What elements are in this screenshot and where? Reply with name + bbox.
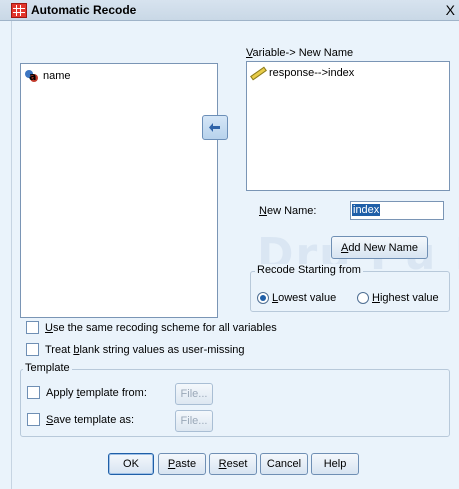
move-variable-button[interactable] <box>202 115 228 140</box>
help-button[interactable]: Help <box>311 453 359 475</box>
string-variable-icon: a <box>24 69 40 83</box>
add-new-name-button[interactable]: Add New Name <box>331 236 428 259</box>
app-grid-icon <box>11 3 27 18</box>
save-template-file-button[interactable]: File... <box>175 410 213 432</box>
recode-starting-group: Recode Starting from Lowest value Highes… <box>250 264 450 312</box>
apply-template-file-button[interactable]: File... <box>175 383 213 405</box>
cancel-button[interactable]: Cancel <box>260 453 308 475</box>
checkbox-icon <box>27 413 40 426</box>
automatic-recode-dialog: Dru Pu Boo a name Variable-> New Name re… <box>11 21 459 489</box>
paste-button[interactable]: Paste <box>158 453 206 475</box>
treat-blank-strings-checkbox[interactable]: Treat blank string values as user-missin… <box>26 343 245 356</box>
variable-new-name-list[interactable]: response-->index <box>246 61 450 191</box>
new-name-input[interactable]: index <box>350 201 444 220</box>
recode-starting-legend: Recode Starting from <box>255 264 363 276</box>
list-item[interactable]: response-->index <box>250 65 354 81</box>
variable-new-name-label: Variable-> New Name <box>246 47 354 59</box>
list-item[interactable]: a name <box>24 68 71 84</box>
checkbox-icon <box>26 343 39 356</box>
title-bar: Automatic Recode X <box>0 0 459 21</box>
source-variable-list[interactable]: a name <box>20 63 218 318</box>
new-name-label: New Name: <box>259 205 317 217</box>
new-name-value: index <box>352 204 381 216</box>
radio-selected-icon <box>257 292 269 304</box>
template-group: Template Apply template from: File... Sa… <box>20 362 450 437</box>
radio-unselected-icon <box>357 292 369 304</box>
checkbox-icon <box>26 321 39 334</box>
variable-mapping: response-->index <box>269 67 355 79</box>
close-button[interactable]: X <box>446 2 455 18</box>
ok-button[interactable]: OK <box>108 453 154 475</box>
variable-name: name <box>43 70 71 82</box>
highest-value-radio[interactable]: Highest value <box>357 292 439 304</box>
scale-variable-icon <box>250 66 267 81</box>
lowest-value-radio[interactable]: Lowest value <box>257 292 336 304</box>
template-legend: Template <box>23 362 72 374</box>
checkbox-icon <box>27 386 40 399</box>
apply-template-checkbox[interactable]: Apply template from: <box>27 386 147 399</box>
window-title: Automatic Recode <box>31 3 137 17</box>
reset-button[interactable]: Reset <box>209 453 257 475</box>
save-template-checkbox[interactable]: Save template as: <box>27 413 134 426</box>
same-recoding-scheme-checkbox[interactable]: Use the same recoding scheme for all var… <box>26 321 277 334</box>
arrow-left-icon <box>209 121 220 132</box>
